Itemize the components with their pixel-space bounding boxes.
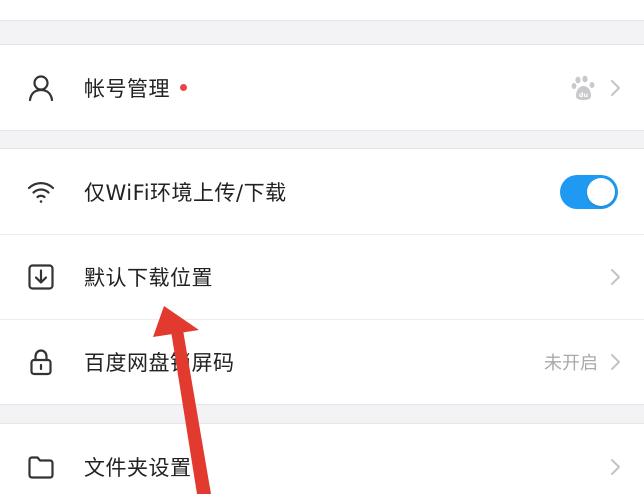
lock-screen-code-row[interactable]: 百度网盘锁屏码 未开启 [0,319,644,404]
account-management-row[interactable]: 帐号管理 du [0,45,644,130]
svg-text:du: du [579,91,589,99]
default-download-location-label: 默认下载位置 [84,265,213,290]
settings-group-account: 帐号管理 du [0,44,644,131]
download-icon [24,260,58,294]
wifi-only-toggle[interactable] [560,174,618,209]
lock-screen-code-label: 百度网盘锁屏码 [84,350,235,375]
folder-settings-row[interactable]: 文件夹设置 [0,424,644,494]
wifi-icon [24,175,58,209]
wifi-only-transfer-label: 仅WiFi环境上传/下载 [84,180,287,205]
chevron-right-icon [611,268,620,285]
top-section-remnant [0,0,644,21]
default-download-location-row[interactable]: 默认下载位置 [0,234,644,319]
user-icon [24,71,58,105]
baidu-paw-logo-icon: du [570,74,598,102]
lock-screen-status: 未开启 [544,352,598,374]
toggle-knob [587,177,615,206]
chevron-right-icon [611,458,620,475]
red-dot-badge [180,84,187,91]
chevron-right-icon [611,353,620,370]
lock-icon [24,345,58,379]
folder-settings-label: 文件夹设置 [84,455,192,480]
chevron-right-icon [611,79,620,96]
settings-screen: 帐号管理 du 仅WiFi环境上传/下载 默认下载位置 百度网盘锁屏码 未开启 … [0,0,644,494]
settings-group-general: 仅WiFi环境上传/下载 默认下载位置 百度网盘锁屏码 未开启 [0,148,644,405]
wifi-only-transfer-row: 仅WiFi环境上传/下载 [0,149,644,234]
folder-icon [24,450,58,484]
account-management-label: 帐号管理 [84,73,187,103]
settings-group-folder: 文件夹设置 [0,423,644,494]
